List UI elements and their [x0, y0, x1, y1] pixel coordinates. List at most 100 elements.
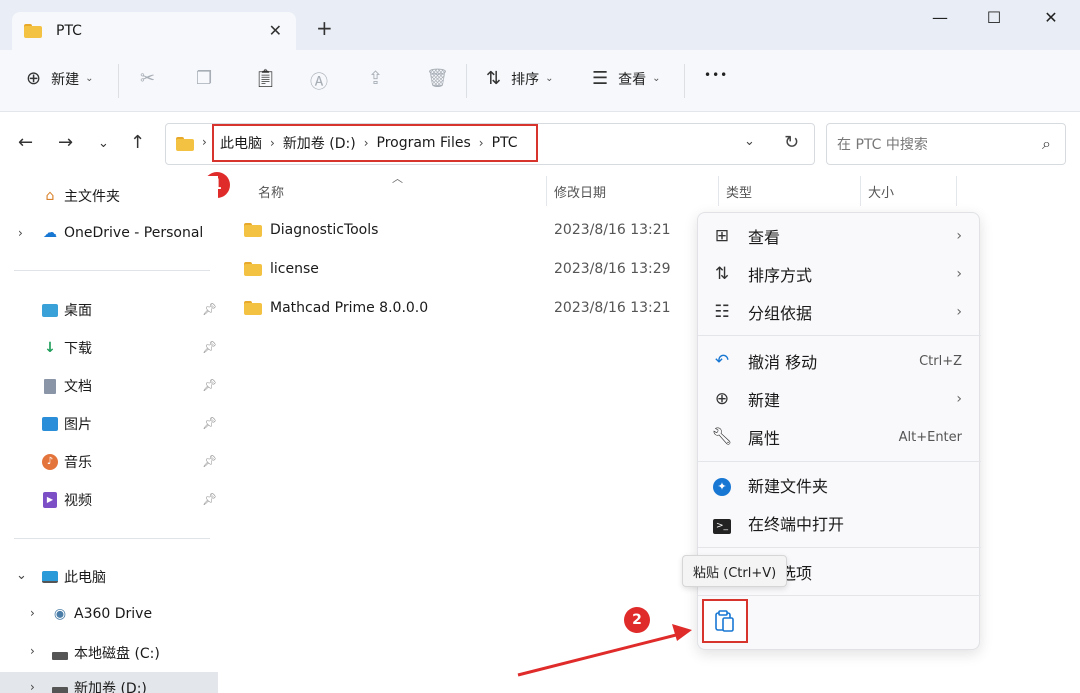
sidebar-item-music[interactable]: ♪ 音乐	[40, 452, 92, 472]
table-row[interactable]: license	[244, 261, 319, 277]
picture-icon	[40, 415, 60, 433]
pin-icon[interactable]: 📌︎	[202, 416, 217, 430]
download-icon: ↓	[44, 340, 56, 356]
breadcrumb-chevron-icon: ›	[202, 135, 207, 149]
new-tab-button[interactable]: +	[316, 16, 333, 40]
new-button[interactable]: ⊕ 新建 ⌄	[26, 68, 93, 89]
menu-item-new[interactable]: ⊕ 新建 ›	[710, 381, 968, 417]
expand-chevron-icon[interactable]: ›	[30, 680, 35, 693]
submenu-arrow-icon: ›	[956, 391, 962, 407]
menu-item-group[interactable]: ☷ 分组依据 ›	[710, 294, 968, 330]
grid-icon: ⊞	[714, 226, 730, 246]
sidebar-item-label: 图片	[64, 417, 92, 433]
menu-item-new-folder[interactable]: ✦ 新建文件夹	[710, 467, 968, 503]
column-divider[interactable]	[546, 176, 547, 206]
column-divider[interactable]	[860, 176, 861, 206]
sidebar-item-label: 下载	[64, 341, 92, 357]
search-placeholder: 在 PTC 中搜索	[837, 137, 928, 153]
a360-drive-icon: ◉	[53, 606, 67, 622]
paste-button[interactable]	[702, 599, 748, 643]
breadcrumb-ptc[interactable]: PTC	[492, 135, 518, 151]
breadcrumb-program-files[interactable]: Program Files	[377, 135, 471, 151]
sidebar-item-downloads[interactable]: ↓ 下载	[40, 338, 92, 358]
sidebar-divider	[14, 270, 210, 271]
sort-icon: ⇅	[714, 264, 730, 284]
column-header-type[interactable]: 类型	[726, 182, 752, 201]
tab-close-icon[interactable]: ✕	[269, 21, 282, 40]
table-row[interactable]: DiagnosticTools	[244, 222, 378, 238]
sidebar-item-pictures[interactable]: 图片	[40, 414, 92, 434]
search-input[interactable]: 在 PTC 中搜索 ⌕	[826, 123, 1066, 165]
up-icon[interactable]: ↑	[130, 132, 145, 153]
close-window-button[interactable]: ✕	[1036, 8, 1066, 27]
pin-icon[interactable]: 📌︎	[202, 302, 217, 316]
sidebar-item-label: 主文件夹	[64, 189, 120, 205]
pin-icon[interactable]: 📌︎	[202, 378, 217, 392]
share-icon[interactable]: ⇪	[368, 68, 383, 89]
sidebar-item-a360-drive[interactable]: ◉ A360 Drive	[50, 605, 152, 623]
expand-chevron-icon[interactable]: ›	[30, 644, 35, 658]
sort-button[interactable]: ⇅ 排序 ⌄	[486, 68, 553, 89]
more-options-button[interactable]: •••	[704, 68, 728, 82]
menu-item-properties[interactable]: 🔧︎ 属性 Alt+Enter	[710, 419, 968, 455]
sidebar-item-label: 此电脑	[64, 570, 106, 586]
pin-icon[interactable]: 📌︎	[202, 492, 217, 506]
sidebar-item-videos[interactable]: ▶ 视频	[40, 490, 92, 510]
recent-chevron-icon[interactable]: ⌄	[98, 136, 109, 151]
view-button[interactable]: ☰ 查看 ⌄	[592, 68, 661, 89]
sidebar-item-d-drive[interactable]: 新加卷 (D:)	[50, 678, 147, 693]
delete-icon[interactable]: 🗑︎	[426, 68, 449, 89]
cut-icon[interactable]: ✂	[140, 68, 155, 89]
pin-icon[interactable]: 📌︎	[202, 454, 217, 468]
menu-item-sort[interactable]: ⇅ 排序方式 ›	[710, 256, 968, 292]
menu-divider	[698, 595, 981, 596]
home-icon: ⌂	[45, 188, 55, 204]
sidebar-item-desktop[interactable]: 桌面	[40, 300, 92, 320]
column-header-date[interactable]: 修改日期	[554, 182, 606, 201]
menu-item-label: 排序方式	[748, 266, 813, 285]
menu-item-undo[interactable]: ↶ 撤消 移动 Ctrl+Z	[710, 343, 968, 379]
forward-icon[interactable]: →	[58, 132, 73, 153]
tab-ptc[interactable]: PTC ✕	[12, 12, 296, 50]
refresh-icon[interactable]: ↻	[784, 132, 799, 153]
column-divider[interactable]	[718, 176, 719, 206]
menu-item-terminal[interactable]: >_ 在终端中打开	[710, 505, 968, 541]
group-list-icon: ☷	[714, 302, 730, 322]
rename-icon[interactable]: Ⓐ	[310, 68, 328, 94]
collapse-chevron-icon[interactable]: ⌄	[16, 568, 27, 583]
minimize-button[interactable]: —	[925, 8, 955, 27]
folder-icon	[244, 262, 262, 276]
view-label: 查看	[618, 71, 647, 88]
terminal-icon: >_	[710, 513, 734, 534]
menu-shortcut: Alt+Enter	[898, 429, 962, 445]
wrench-icon: 🔧︎	[711, 427, 733, 447]
pin-icon[interactable]: 📌︎	[202, 340, 217, 354]
expand-chevron-icon[interactable]: ›	[18, 226, 23, 240]
chevron-down-icon: ⌄	[545, 73, 554, 84]
menu-item-view[interactable]: ⊞ 查看 ›	[710, 218, 968, 254]
column-header-name[interactable]: 名称	[258, 182, 284, 201]
computer-icon	[40, 568, 60, 586]
expand-chevron-icon[interactable]: ›	[30, 606, 35, 620]
menu-item-label: 查看	[748, 228, 781, 247]
sidebar-item-documents[interactable]: 文档	[40, 376, 92, 396]
copy-icon[interactable]: ❐	[196, 68, 212, 89]
column-header-size[interactable]: 大小	[868, 182, 894, 201]
sidebar-item-home[interactable]: ⌂ 主文件夹	[40, 186, 120, 206]
sidebar-item-this-pc[interactable]: 此电脑	[40, 567, 106, 587]
column-divider[interactable]	[956, 176, 957, 206]
table-row[interactable]: Mathcad Prime 8.0.0.0	[244, 300, 428, 316]
menu-shortcut: Ctrl+Z	[919, 353, 962, 369]
paste-icon[interactable]: 📋︎	[254, 68, 277, 89]
breadcrumb: 此电脑 › 新加卷 (D:) › Program Files › PTC	[212, 124, 538, 162]
sidebar-item-onedrive[interactable]: ☁ OneDrive - Personal	[40, 224, 203, 242]
sidebar-item-c-drive[interactable]: 本地磁盘 (C:)	[50, 643, 160, 663]
breadcrumb-d-drive[interactable]: 新加卷 (D:)	[283, 133, 356, 153]
back-icon[interactable]: ←	[18, 132, 33, 153]
breadcrumb-this-pc[interactable]: 此电脑	[220, 133, 262, 153]
address-history-chevron-icon[interactable]: ⌄	[744, 134, 755, 149]
command-bar: ⊕ 新建 ⌄ ✂ ❐ 📋︎ Ⓐ ⇪ 🗑︎ ⇅ 排序 ⌄ ☰ 查看 ⌄ •••	[0, 50, 1080, 112]
undo-icon: ↶	[714, 351, 730, 371]
sort-icon: ⇅	[486, 68, 502, 89]
maximize-button[interactable]: ☐	[979, 8, 1009, 27]
